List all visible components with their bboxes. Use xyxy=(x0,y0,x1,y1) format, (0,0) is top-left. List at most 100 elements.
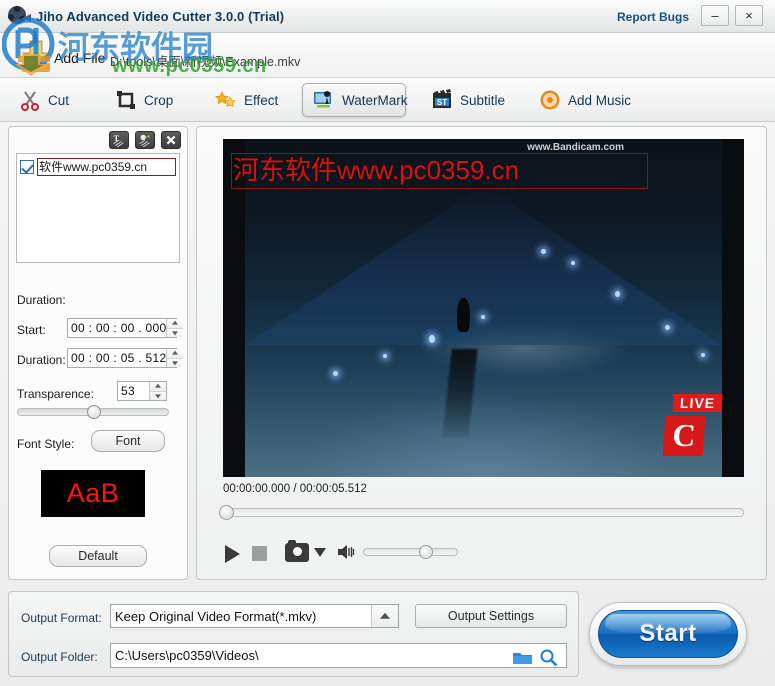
tab-subtitle-label: Subtitle xyxy=(460,92,506,108)
time-display: 00:00:00.000 / 00:00:05.512 xyxy=(223,483,367,495)
volume-slider-knob[interactable] xyxy=(419,545,433,559)
volume-icon[interactable] xyxy=(337,543,355,561)
output-settings-button[interactable]: Output Settings xyxy=(415,604,567,628)
add-file-label[interactable]: Add File xyxy=(54,50,105,66)
watermark-icon xyxy=(314,91,331,108)
video-light-dot xyxy=(383,354,387,358)
search-icon[interactable] xyxy=(539,648,558,667)
transparence-field[interactable]: 53 xyxy=(117,381,167,401)
tab-watermark[interactable]: WaterMark xyxy=(302,83,408,117)
output-folder-value: C:\Users\pc0359\Videos\ xyxy=(115,648,259,663)
chevron-up-icon[interactable] xyxy=(371,605,398,627)
start-button[interactable]: Start xyxy=(589,602,747,666)
seek-bar-track[interactable] xyxy=(223,508,744,517)
preview-watermark-text: 河东软件www.pc0359.cn xyxy=(233,155,520,185)
output-folder-label: Output Folder: xyxy=(21,650,98,664)
video-letterbox-right xyxy=(722,139,744,477)
start-label: Start: xyxy=(17,323,46,337)
snapshot-button[interactable] xyxy=(285,540,309,562)
add-image-watermark-button[interactable] xyxy=(135,131,155,149)
start-time-field[interactable]: 00 : 00 : 00 . 000 xyxy=(67,318,184,338)
watermark-tool-buttons: T xyxy=(109,131,181,149)
volume-slider-track[interactable] xyxy=(363,548,458,556)
tab-subtitle[interactable]: ST Subtitle xyxy=(420,83,516,117)
video-subject xyxy=(457,297,471,332)
duration-section-label: Duration: xyxy=(17,293,66,307)
app-logo-icon xyxy=(8,6,31,24)
watermark-list[interactable]: 软件www.pc0359.cn xyxy=(16,153,180,263)
tab-effect[interactable]: Effect xyxy=(204,83,296,117)
video-light-dot xyxy=(665,325,670,330)
start-time-increment[interactable] xyxy=(167,319,184,328)
play-button[interactable] xyxy=(225,545,240,563)
transparence-value: 53 xyxy=(121,384,135,398)
snapshot-dropdown-icon[interactable] xyxy=(314,548,326,557)
add-file-icon[interactable] xyxy=(16,37,56,73)
default-button[interactable]: Default xyxy=(49,545,147,567)
font-preview-text: AaB xyxy=(66,478,120,508)
video-light-dot xyxy=(429,335,435,343)
add-file-path: D:\tools\桌面\新视频\Example.mkv xyxy=(110,55,301,69)
transparence-stepper[interactable] xyxy=(149,382,166,400)
application-window: Jiho Advanced Video Cutter 3.0.0 (Trial)… xyxy=(0,0,775,686)
window-title: Jiho Advanced Video Cutter 3.0.0 (Trial) xyxy=(36,9,285,24)
transparence-increment[interactable] xyxy=(150,382,166,391)
start-time-value: 00 : 00 : 00 . 000 xyxy=(71,321,167,335)
report-bugs-link[interactable]: Report Bugs xyxy=(617,10,689,24)
live-badge: LIVE xyxy=(672,394,723,412)
watermark-settings-panel: T 软件www.pc0359.cn Duration: Start: 00: … xyxy=(8,126,188,580)
subtitle-icon: ST xyxy=(433,89,451,108)
scissors-icon xyxy=(21,91,39,111)
video-light-dot xyxy=(615,291,620,297)
tab-crop[interactable]: Crop xyxy=(104,83,192,117)
watermark-enabled-checkbox[interactable] xyxy=(20,160,34,174)
tab-cut-label: Cut xyxy=(48,92,70,108)
font-button[interactable]: Font xyxy=(91,430,165,452)
start-button-label: Start xyxy=(639,620,697,647)
close-button[interactable]: × xyxy=(735,5,763,26)
font-preview: AaB xyxy=(41,470,145,517)
duration-time-value: 00 : 00 : 05 . 512 xyxy=(71,351,167,365)
video-preview[interactable]: www.Bandicam.com 河东软件www.pc0359.cn LIVE … xyxy=(223,139,744,477)
output-folder-field[interactable]: C:\Users\pc0359\Videos\ xyxy=(110,643,567,668)
output-format-select[interactable]: Keep Original Video Format(*.mkv) xyxy=(110,604,399,628)
transparence-label: Transparence: xyxy=(17,387,94,401)
svg-text:ST: ST xyxy=(437,98,447,107)
duration-time-increment[interactable] xyxy=(167,349,184,358)
output-panel: Output Format: Keep Original Video Forma… xyxy=(8,591,579,677)
folder-icon[interactable] xyxy=(513,651,532,665)
transparence-decrement[interactable] xyxy=(150,390,166,400)
tab-add-music[interactable]: Add Music xyxy=(528,83,644,117)
start-time-stepper[interactable] xyxy=(166,319,184,337)
seek-bar-knob[interactable] xyxy=(219,505,234,520)
video-light-dot xyxy=(541,249,546,254)
transparence-slider-knob[interactable] xyxy=(87,405,101,419)
recorder-tag: www.Bandicam.com xyxy=(527,142,624,153)
duration-label: Duration: xyxy=(17,353,66,367)
duration-time-decrement[interactable] xyxy=(167,357,184,367)
output-format-value: Keep Original Video Format(*.mkv) xyxy=(115,608,317,624)
stop-button[interactable] xyxy=(252,546,267,561)
tab-add-music-label: Add Music xyxy=(568,92,632,108)
tab-cut[interactable]: Cut xyxy=(8,83,92,117)
start-time-decrement[interactable] xyxy=(167,327,184,337)
video-light-dot xyxy=(481,315,485,319)
tab-bar: Cut Crop Effect WaterMark ST Subtitle Ad… xyxy=(0,78,775,122)
minimize-button[interactable]: – xyxy=(701,5,729,26)
stars-icon xyxy=(215,91,236,108)
music-icon xyxy=(540,90,560,110)
crop-icon xyxy=(117,91,135,109)
duration-time-field[interactable]: 00 : 00 : 05 . 512 xyxy=(67,348,184,368)
output-format-label: Output Format: xyxy=(21,611,102,625)
add-text-watermark-button[interactable]: T xyxy=(109,131,129,149)
tab-watermark-label: WaterMark xyxy=(342,92,408,108)
watermark-item-label[interactable]: 软件www.pc0359.cn xyxy=(37,158,176,176)
preview-panel: www.Bandicam.com 河东软件www.pc0359.cn LIVE … xyxy=(196,126,767,580)
main-area: T 软件www.pc0359.cn Duration: Start: 00: … xyxy=(8,126,767,585)
channel-logo: C xyxy=(662,416,706,456)
duration-time-stepper[interactable] xyxy=(166,349,184,367)
delete-watermark-button[interactable] xyxy=(161,131,181,149)
tab-effect-label: Effect xyxy=(244,92,279,108)
title-bar: Jiho Advanced Video Cutter 3.0.0 (Trial)… xyxy=(0,0,775,33)
list-item[interactable]: 软件www.pc0359.cn xyxy=(20,157,176,177)
